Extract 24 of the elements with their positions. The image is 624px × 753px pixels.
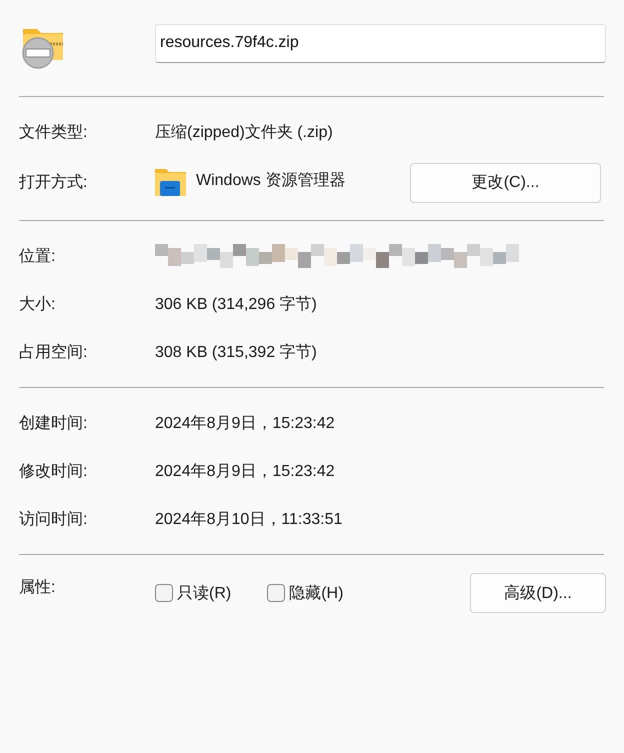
field-label: 访问时间: <box>19 510 88 530</box>
checkbox-label: 只读(R) <box>177 584 232 604</box>
field-label: 打开方式: <box>19 172 88 193</box>
field-label: 占用空间: <box>19 342 88 362</box>
advanced-button[interactable]: 高级(D)... <box>470 573 606 613</box>
field-label: 属性: <box>19 578 56 598</box>
field-value: 2024年8月9日，15:23:42 <box>155 414 335 434</box>
field-value: 2024年8月9日，15:23:42 <box>155 462 335 482</box>
folder-icon <box>155 169 186 196</box>
checkbox[interactable] <box>267 584 286 602</box>
field-label: 文件类型: <box>19 122 88 142</box>
field-value: 308 KB (315,392 字节) <box>155 342 317 362</box>
file-name-field[interactable]: resources.79f4c.zip <box>155 24 606 62</box>
field-value: 306 KB (314,296 字节) <box>155 294 317 314</box>
checkbox-label: 隐藏(H) <box>289 584 344 604</box>
field-value: 2024年8月10日，11:33:51 <box>155 510 342 530</box>
field-label: 修改时间: <box>19 462 88 482</box>
change-button[interactable]: 更改(C)... <box>410 162 601 202</box>
field-label: 位置: <box>19 246 56 266</box>
checkbox[interactable] <box>155 584 173 602</box>
app-name: Windows 资源管理器 <box>196 171 346 191</box>
field-label: 大小: <box>19 294 56 314</box>
field-label: 创建时间: <box>19 414 88 434</box>
field-value: 压缩(zipped)文件夹 (.zip) <box>155 122 333 142</box>
